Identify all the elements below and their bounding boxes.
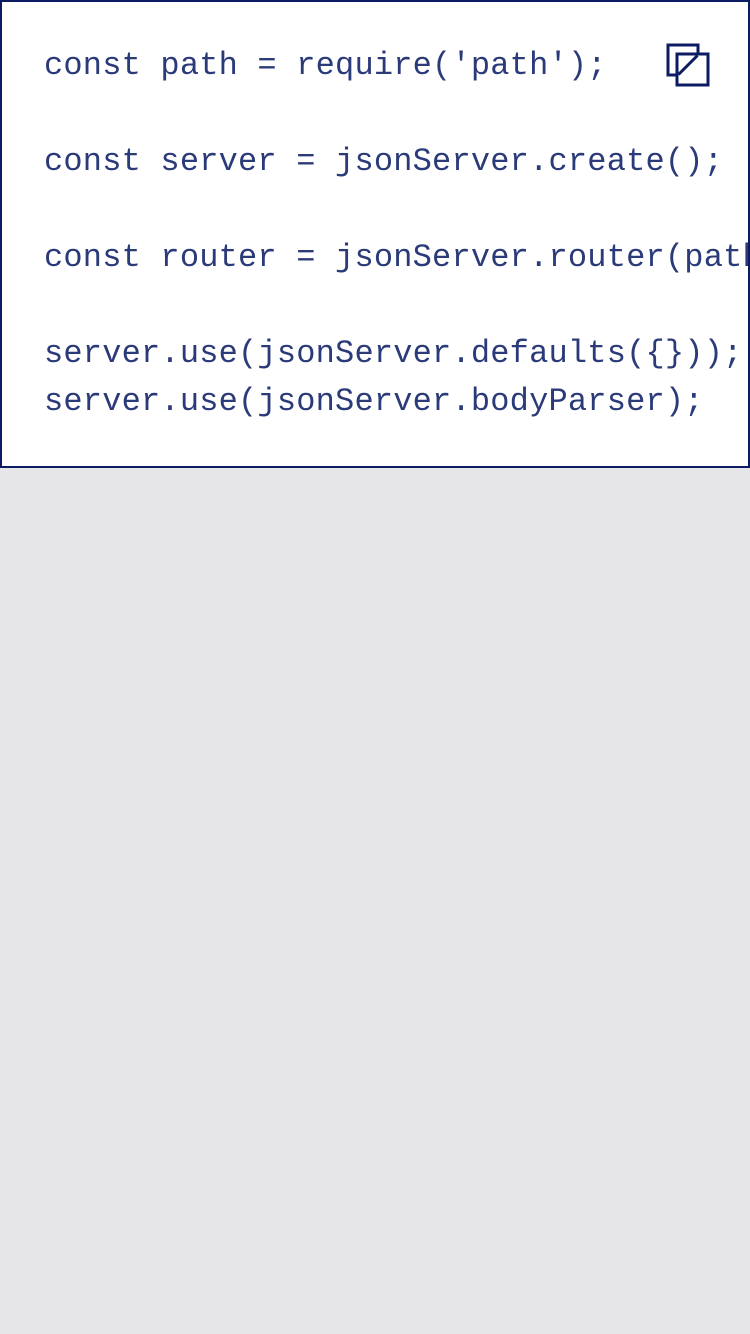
copy-icon bbox=[666, 43, 712, 89]
copy-button[interactable] bbox=[666, 43, 712, 89]
code-line-5: const router = jsonServer.router(path bbox=[44, 239, 750, 276]
code-line-8: server.use(jsonServer.bodyParser); bbox=[44, 383, 704, 420]
code-block: const path = require('path'); const serve… bbox=[44, 42, 748, 426]
code-line-1: const path = require('path'); bbox=[44, 47, 607, 84]
code-line-3: const server = jsonServer.create(); bbox=[44, 143, 724, 180]
code-line-7: server.use(jsonServer.defaults({})); bbox=[44, 335, 743, 372]
code-snippet-card: const path = require('path'); const serve… bbox=[0, 0, 750, 468]
